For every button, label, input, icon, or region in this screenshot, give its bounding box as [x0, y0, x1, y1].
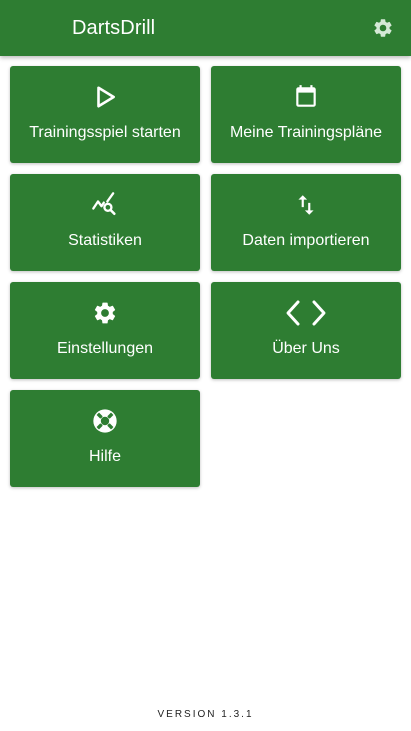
- settings-tile-button[interactable]: Einstellungen: [10, 282, 200, 379]
- tile-label: Trainingsspiel starten: [29, 124, 181, 141]
- gear-icon: [374, 19, 392, 37]
- tile-label: Über Uns: [272, 340, 340, 357]
- calendar-icon: [296, 85, 316, 107]
- version-label: VERSION 1.3.1: [157, 709, 254, 720]
- training-plans-button[interactable]: Meine Trainingspläne: [211, 66, 401, 163]
- play-icon: [97, 86, 115, 108]
- statistics-button[interactable]: Statistiken: [10, 174, 200, 271]
- about-us-button[interactable]: Über Uns: [211, 282, 401, 379]
- tile-label: Einstellungen: [56, 340, 154, 357]
- lifebuoy-icon: [93, 409, 117, 433]
- tile-label: Hilfe: [88, 448, 121, 465]
- tile-label: Daten importieren: [242, 232, 370, 249]
- chart-search-icon: [92, 192, 116, 216]
- swap-vertical-icon: [298, 195, 314, 215]
- tile-label: Statistiken: [68, 232, 142, 249]
- start-training-button[interactable]: Trainingsspiel starten: [10, 66, 200, 163]
- code-icon: [286, 300, 326, 326]
- app-screen: DartsDrill Trainingsspiel starten Meine …: [0, 0, 411, 731]
- help-button[interactable]: Hilfe: [10, 390, 200, 487]
- settings-button[interactable]: [369, 14, 397, 42]
- tile-label: Meine Trainingspläne: [229, 124, 383, 141]
- app-bar: DartsDrill: [0, 0, 411, 56]
- gear-icon: [94, 302, 116, 324]
- app-title: DartsDrill: [72, 17, 156, 39]
- import-data-button[interactable]: Daten importieren: [211, 174, 401, 271]
